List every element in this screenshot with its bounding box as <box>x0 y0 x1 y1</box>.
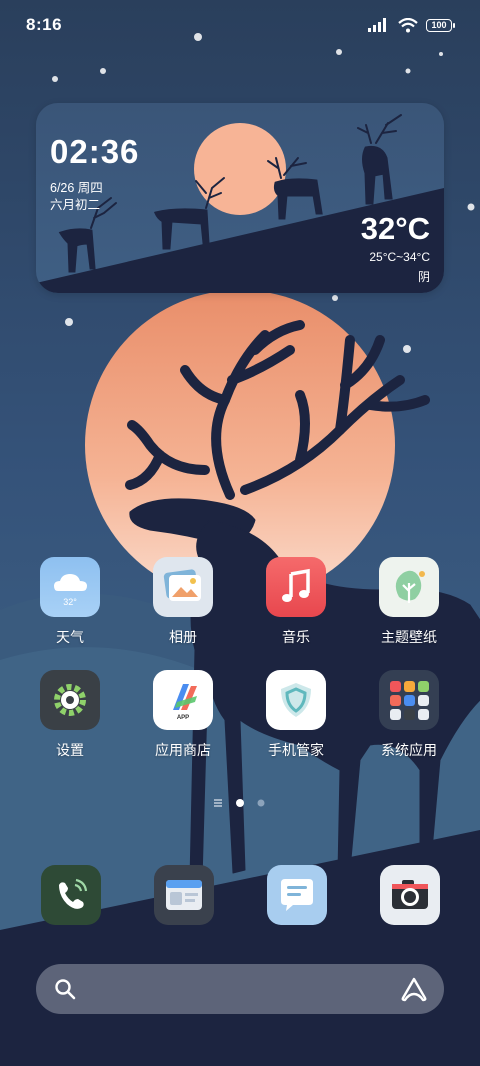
app-music[interactable]: 音乐 <box>246 557 346 647</box>
app-label: 系统应用 <box>381 742 437 758</box>
app-weather[interactable]: 32° 天气 <box>20 557 120 647</box>
settings-icon <box>40 670 100 730</box>
page-indicator[interactable] <box>0 796 480 810</box>
assistant-icon[interactable] <box>400 976 428 1002</box>
wifi-icon <box>398 17 418 32</box>
browser-icon[interactable] <box>154 865 214 925</box>
app-store-icon-text: APP <box>176 715 190 721</box>
themes-icon <box>379 557 439 617</box>
page-dot <box>257 799 265 807</box>
app-folder-system[interactable]: 系统应用 <box>359 670 459 760</box>
phone-icon[interactable] <box>41 865 101 925</box>
app-label: 应用商店 <box>155 742 211 758</box>
app-gallery[interactable]: 相册 <box>133 557 233 647</box>
status-bar: 8:16 100 <box>0 0 480 50</box>
signal-icon <box>368 18 386 32</box>
app-label: 手机管家 <box>268 742 324 758</box>
app-label: 相册 <box>169 629 197 645</box>
widget-lunar-date: 六月初二 <box>50 198 101 212</box>
app-label: 天气 <box>56 629 84 645</box>
app-security[interactable]: 手机管家 <box>246 670 346 760</box>
widget-temperature: 32°C <box>360 211 430 246</box>
security-icon <box>266 670 326 730</box>
messages-icon[interactable] <box>267 865 327 925</box>
search-bar[interactable] <box>36 964 444 1014</box>
battery-level: 100 <box>431 20 447 30</box>
battery-icon: 100 <box>426 18 455 32</box>
app-settings[interactable]: 设置 <box>20 670 120 760</box>
status-time: 8:16 <box>26 15 63 34</box>
app-label: 主题壁纸 <box>381 629 437 645</box>
status-icons: 100 <box>368 16 455 34</box>
widget-condition: 阴 <box>417 270 430 284</box>
weather-icon: 32° <box>40 557 100 617</box>
app-label: 音乐 <box>282 629 310 645</box>
widget-temp-range: 25°C~34°C <box>369 250 430 264</box>
app-store-icon: APP <box>153 670 213 730</box>
app-themes[interactable]: 主题壁纸 <box>359 557 459 647</box>
clock-weather-widget[interactable]: 02:36 6/26 周四 六月初二 32°C 25°C~34°C 阴 <box>36 103 444 293</box>
system-apps-folder-icon <box>379 670 439 730</box>
music-icon <box>266 557 326 617</box>
app-store[interactable]: APP 应用商店 <box>133 670 233 760</box>
app-label: 设置 <box>56 742 84 758</box>
gallery-icon <box>153 557 213 617</box>
weather-icon-temp: 32° <box>63 597 77 607</box>
search-icon <box>55 979 76 1000</box>
menu-lines-icon <box>214 799 222 807</box>
widget-clock: 02:36 <box>50 133 140 170</box>
page-dot-active <box>236 799 244 807</box>
camera-icon[interactable] <box>380 865 440 925</box>
